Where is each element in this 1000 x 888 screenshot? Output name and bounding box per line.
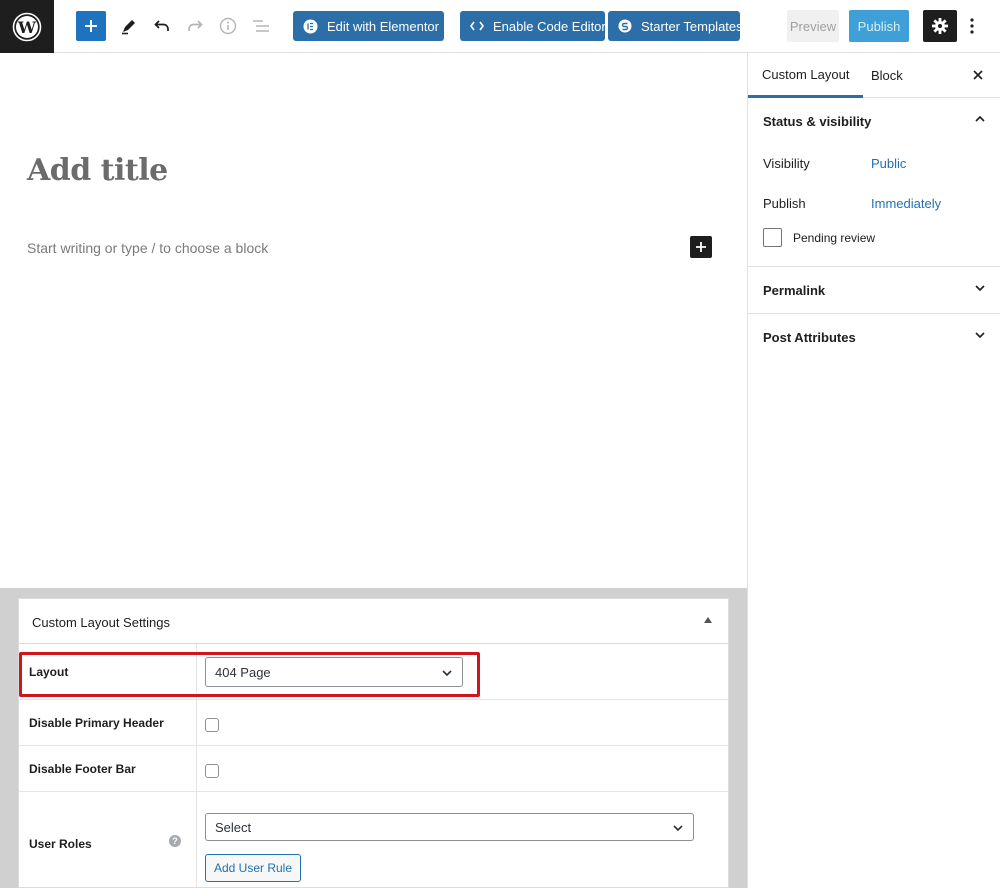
custom-layout-settings-box: Custom Layout Settings Layout 404 Page D…: [18, 598, 729, 888]
add-block-button[interactable]: [76, 11, 106, 41]
disable-footer-row: Disable Footer Bar: [19, 746, 728, 792]
column-divider: [196, 700, 197, 745]
redo-button[interactable]: [180, 11, 210, 41]
starter-templates-button[interactable]: Starter Templates: [608, 11, 743, 41]
redo-icon: [188, 20, 203, 31]
disable-header-row: Disable Primary Header: [19, 700, 728, 746]
pencil-icon: [122, 20, 135, 35]
details-button[interactable]: [213, 11, 243, 41]
user-roles-select[interactable]: Select: [205, 813, 694, 841]
starter-templates-icon: [618, 19, 632, 33]
permalink-toggle[interactable]: Permalink: [748, 267, 1000, 313]
disable-footer-label: Disable Footer Bar: [29, 762, 136, 776]
enable-code-editor-button[interactable]: Enable Code Editor: [460, 11, 606, 41]
layout-row: Layout 404 Page: [19, 644, 728, 700]
user-roles-select-value: Select: [215, 819, 252, 835]
block-appender[interactable]: Start writing or type / to choose a bloc…: [27, 240, 268, 256]
gear-icon: [932, 18, 948, 34]
close-icon: [973, 70, 983, 80]
settings-sidebar: Custom Layout Block Status & visibility …: [747, 53, 1000, 888]
chevron-down-icon: [442, 670, 452, 677]
help-icon[interactable]: ?: [169, 835, 181, 847]
column-divider: [196, 746, 197, 791]
tab-block[interactable]: Block: [871, 53, 903, 98]
chevron-down-icon: [975, 332, 985, 339]
tab-custom-layout[interactable]: Custom Layout: [748, 53, 864, 98]
chevron-down-icon: [673, 825, 683, 832]
svg-text:W: W: [17, 18, 37, 37]
starter-templates-label: Starter Templates: [641, 18, 743, 34]
permalink-heading: Permalink: [763, 282, 826, 298]
edit-with-elementor-button[interactable]: Edit with Elementor: [293, 11, 444, 41]
user-roles-row: User Roles ? Select Add User Rule: [19, 792, 728, 888]
tools-button[interactable]: [114, 11, 144, 41]
layout-select[interactable]: 404 Page: [205, 657, 463, 687]
close-sidebar-button[interactable]: [970, 67, 986, 83]
wordpress-logo-icon[interactable]: W: [0, 0, 54, 53]
custom-layout-settings-title: Custom Layout Settings: [32, 615, 171, 630]
code-icon: [470, 20, 484, 32]
more-vertical-icon: [970, 18, 974, 34]
plus-icon: [85, 20, 97, 32]
settings-button[interactable]: [923, 10, 957, 42]
list-view-button[interactable]: [246, 11, 276, 41]
disable-footer-checkbox[interactable]: [205, 764, 219, 778]
status-visibility-toggle[interactable]: Status & visibility: [748, 98, 1000, 144]
chevron-up-icon: [975, 115, 985, 122]
status-visibility-heading: Status & visibility: [763, 113, 872, 129]
editor-canvas: Add title Start writing or type / to cho…: [0, 53, 747, 588]
publish-date-link[interactable]: Immediately: [871, 196, 941, 211]
visibility-row: Visibility Public: [748, 144, 1000, 184]
custom-layout-settings-header[interactable]: Custom Layout Settings: [19, 599, 728, 644]
collapse-triangle-icon[interactable]: [704, 617, 712, 623]
editor-screen: W Edit with Elementor Enable Code Editor…: [0, 0, 1000, 888]
info-icon: [219, 17, 237, 35]
top-toolbar: W Edit with Elementor Enable Code Editor…: [0, 0, 1000, 53]
inline-add-block-button[interactable]: [690, 236, 712, 258]
pending-review-label: Pending review: [793, 231, 876, 245]
post-title-input[interactable]: Add title: [27, 153, 168, 188]
disable-header-checkbox[interactable]: [205, 718, 219, 732]
disable-header-label: Disable Primary Header: [29, 716, 164, 730]
publish-row: Publish Immediately: [748, 184, 1000, 224]
status-visibility-panel: Status & visibility Visibility Public Pu…: [748, 98, 1000, 267]
list-view-icon: [253, 20, 269, 32]
visibility-value-link[interactable]: Public: [871, 156, 906, 171]
elementor-icon: [303, 19, 318, 34]
meta-boxes-area: Custom Layout Settings Layout 404 Page D…: [0, 588, 747, 888]
layout-select-value: 404 Page: [215, 664, 271, 680]
permalink-panel: Permalink: [748, 267, 1000, 314]
undo-icon: [154, 20, 169, 31]
more-options-button[interactable]: [962, 14, 982, 38]
pending-review-row: Pending review: [748, 224, 1000, 266]
edit-with-elementor-label: Edit with Elementor: [327, 18, 439, 34]
post-attributes-panel: Post Attributes: [748, 314, 1000, 360]
user-roles-label: User Roles: [29, 837, 92, 851]
undo-button[interactable]: [147, 11, 177, 41]
add-user-rule-button[interactable]: Add User Rule: [205, 854, 301, 882]
preview-button[interactable]: Preview: [787, 10, 839, 42]
pending-review-checkbox[interactable]: [763, 228, 782, 247]
publish-label: Publish: [763, 196, 806, 211]
layout-label: Layout: [29, 665, 69, 679]
column-divider: [196, 792, 197, 888]
publish-button[interactable]: Publish: [849, 10, 909, 42]
plus-icon: [696, 242, 706, 252]
post-attributes-heading: Post Attributes: [763, 329, 856, 345]
chevron-down-icon: [975, 285, 985, 292]
column-divider: [196, 644, 197, 699]
visibility-label: Visibility: [763, 156, 810, 171]
enable-code-editor-label: Enable Code Editor: [493, 18, 606, 34]
sidebar-tabs: Custom Layout Block: [748, 53, 1000, 98]
post-attributes-toggle[interactable]: Post Attributes: [748, 314, 1000, 360]
